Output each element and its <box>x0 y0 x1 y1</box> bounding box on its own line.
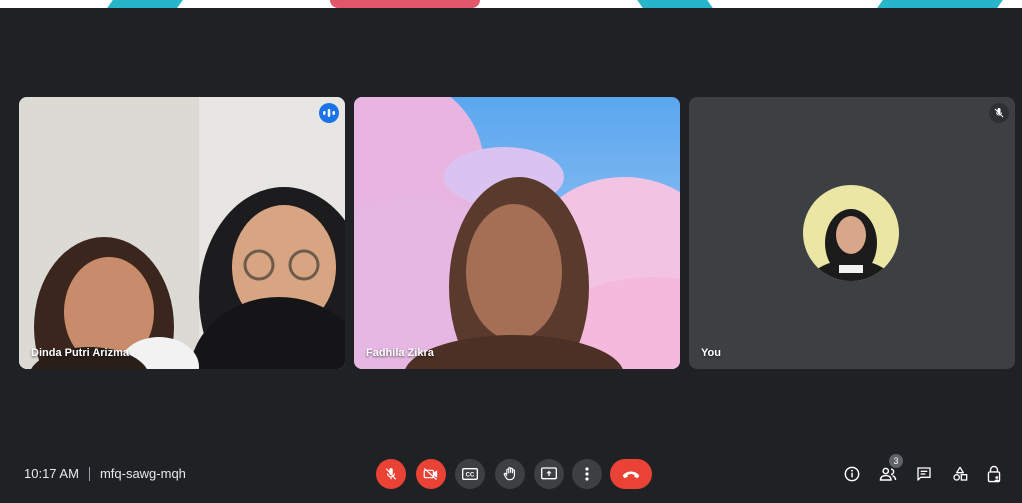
camera-toggle-button[interactable] <box>416 459 446 489</box>
present-icon <box>541 467 557 480</box>
people-count-badge: 3 <box>889 454 903 468</box>
more-options-button[interactable] <box>572 459 602 489</box>
self-avatar <box>803 185 899 281</box>
participant-video-1 <box>19 97 345 369</box>
top-watermark-strip <box>0 0 1022 8</box>
svg-text:CC: CC <box>466 473 475 479</box>
present-now-button[interactable] <box>534 459 564 489</box>
participant-name-self: You <box>701 347 721 359</box>
meeting-details-button[interactable] <box>840 462 864 486</box>
participant-video-2 <box>354 97 680 369</box>
meeting-time: 10:17 AM <box>24 466 79 481</box>
bottom-control-bar: 10:17 AM mfq-sawg-mqh CC <box>0 444 1022 503</box>
camera-off-icon <box>423 468 438 480</box>
captions-button[interactable]: CC <box>455 459 485 489</box>
lock-person-icon <box>987 465 1001 483</box>
info-icon <box>844 466 860 482</box>
raise-hand-button[interactable] <box>495 459 525 489</box>
divider <box>88 466 90 481</box>
activities-icon <box>953 466 968 481</box>
leave-call-icon <box>622 471 640 479</box>
participant-name-1: Dinda Putri Arizma <box>31 347 129 359</box>
mic-toggle-button[interactable] <box>376 459 406 489</box>
mic-off-icon <box>385 468 397 480</box>
chat-icon <box>917 467 931 481</box>
meeting-details: 10:17 AM mfq-sawg-mqh <box>24 466 186 481</box>
meeting-code[interactable]: mfq-sawg-mqh <box>100 466 186 481</box>
captions-icon: CC <box>462 468 478 480</box>
chat-button[interactable] <box>912 462 936 486</box>
more-options-icon <box>585 467 589 481</box>
participant-name-2: Fadhila Zikra <box>366 347 434 359</box>
speaking-indicator-icon <box>319 103 339 123</box>
people-icon <box>879 467 897 481</box>
participant-tile-1[interactable]: Dinda Putri Arizma <box>19 97 345 369</box>
participant-tile-2[interactable]: Fadhila Zikra <box>354 97 680 369</box>
host-controls-button[interactable] <box>982 462 1006 486</box>
participant-tile-self[interactable]: You <box>689 97 1015 369</box>
activities-button[interactable] <box>948 462 972 486</box>
meet-window: Dinda Putri Arizma Fadhila Zikra You 10:… <box>0 0 1022 503</box>
leave-call-button[interactable] <box>610 459 652 489</box>
raise-hand-icon <box>503 467 516 481</box>
mic-muted-icon <box>989 103 1009 123</box>
